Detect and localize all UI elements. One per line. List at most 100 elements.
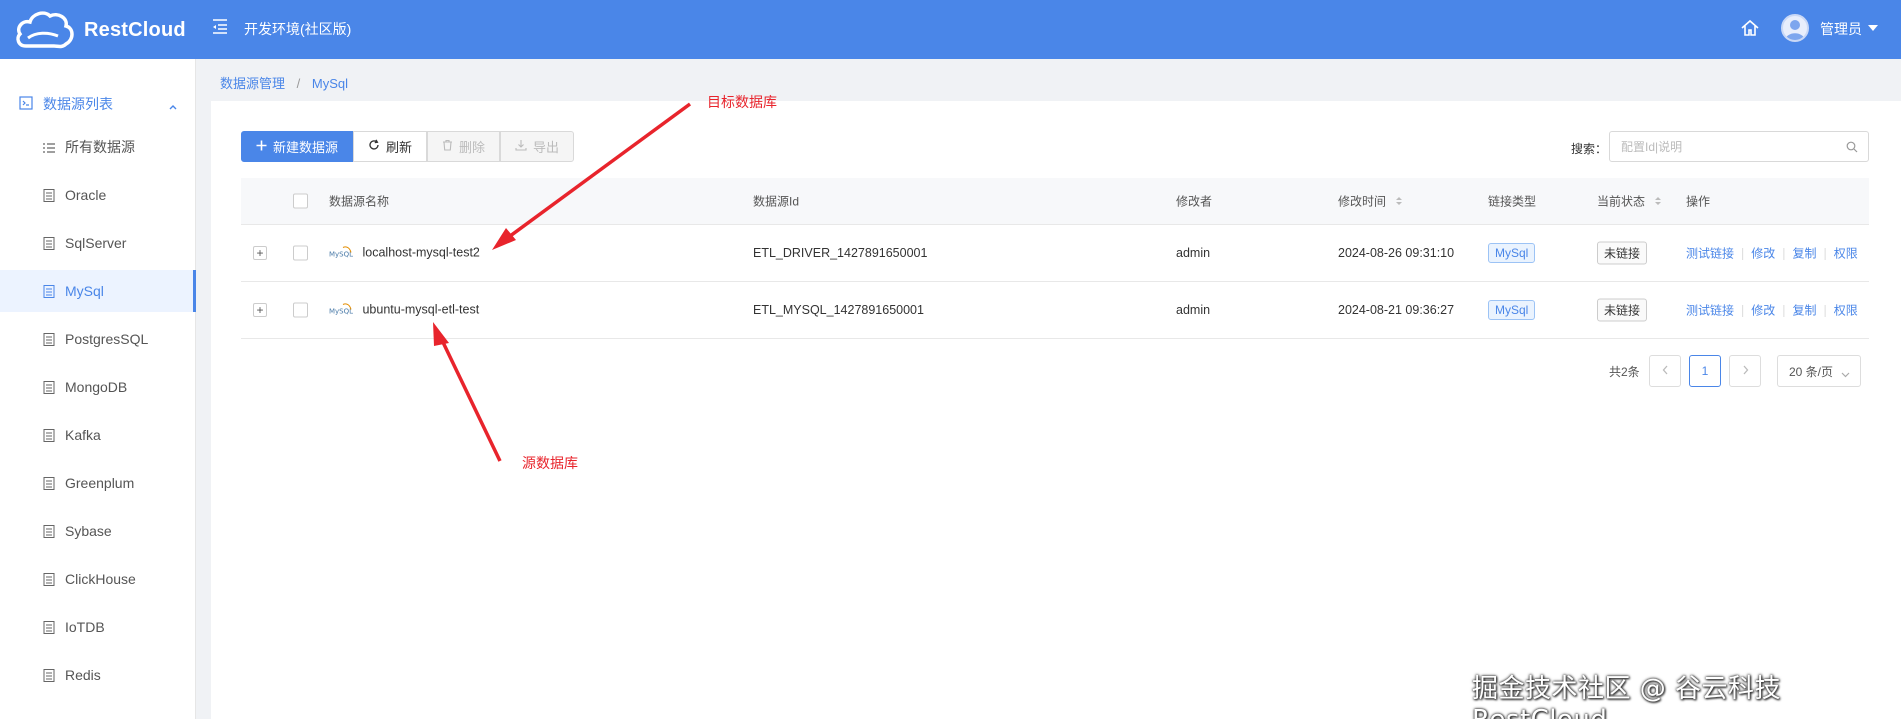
- top-header: RestCloud 开发环境(社区版) 管理员: [0, 0, 1901, 59]
- delete-button[interactable]: 删除: [427, 131, 501, 162]
- status-badge: 未链接: [1597, 241, 1648, 265]
- sidebar-item-kafka[interactable]: Kafka: [0, 414, 196, 456]
- edit-action[interactable]: 修改: [1751, 247, 1775, 261]
- document-icon: [43, 476, 55, 490]
- user-menu-caret-icon[interactable]: [1868, 25, 1878, 31]
- sidebar: 数据源列表 所有数据源 Oracle SqlServer MySql Postg…: [0, 59, 196, 719]
- svg-text:MySQL: MySQL: [329, 308, 353, 316]
- new-datasource-button[interactable]: 新建数据源: [241, 131, 354, 162]
- select-all-checkbox[interactable]: [293, 193, 308, 209]
- table-row[interactable]: + MySQL ubuntu-mysql-etl-test ETL_MYSQL_…: [241, 282, 1869, 339]
- menu-collapse-icon[interactable]: [211, 17, 229, 35]
- table-row[interactable]: + MySQL localhost-mysql-test2 ETL_DRIVER…: [241, 225, 1869, 282]
- refresh-button[interactable]: 刷新: [353, 131, 428, 162]
- sidebar-item-iotdb[interactable]: IoTDB: [0, 606, 196, 648]
- sidebar-item-mongodb[interactable]: MongoDB: [0, 366, 196, 408]
- list-icon: [43, 141, 55, 154]
- sidebar-item-label: Oracle: [65, 187, 107, 203]
- modified-time: 2024-08-26 09:31:10: [1338, 246, 1455, 260]
- sidebar-item-label: ClickHouse: [65, 571, 136, 587]
- chevron-right-icon: [1742, 364, 1749, 378]
- breadcrumb-separator: /: [296, 76, 301, 91]
- document-icon: [43, 188, 55, 202]
- sidebar-item-clickhouse[interactable]: ClickHouse: [0, 558, 196, 600]
- sidebar-item-oracle[interactable]: Oracle: [0, 174, 196, 216]
- chevron-down-icon: [1841, 367, 1850, 381]
- chevron-up-icon: [168, 98, 178, 114]
- source-db-annotation: 源数据库: [522, 456, 578, 472]
- sidebar-item-sqlserver[interactable]: SqlServer: [0, 222, 196, 264]
- test-link-action[interactable]: 测试链接: [1686, 247, 1734, 261]
- column-modified-time-label: 修改时间: [1338, 194, 1387, 209]
- brand-logo[interactable]: RestCloud: [14, 8, 186, 53]
- column-modified-time[interactable]: 修改时间: [1338, 193, 1403, 210]
- page-number-button[interactable]: 1: [1689, 355, 1721, 387]
- sidebar-item-mysql[interactable]: MySql: [0, 270, 196, 312]
- row-checkbox[interactable]: [293, 245, 308, 261]
- sidebar-item-greenplum[interactable]: Greenplum: [0, 462, 196, 504]
- row-checkbox[interactable]: [293, 302, 308, 318]
- delete-label: 删除: [459, 140, 486, 155]
- sidebar-item-label: 所有数据源: [65, 139, 135, 155]
- permission-action[interactable]: 权限: [1834, 247, 1858, 261]
- link-type-badge: MySql: [1488, 243, 1536, 263]
- next-page-button[interactable]: [1729, 355, 1761, 387]
- copy-action[interactable]: 复制: [1793, 304, 1817, 318]
- datasource-name[interactable]: localhost-mysql-test2: [362, 245, 479, 259]
- document-icon: [43, 668, 55, 682]
- refresh-label: 刷新: [386, 140, 413, 155]
- datasource-name-cell: MySQL ubuntu-mysql-etl-test: [329, 302, 479, 319]
- cloud-logo-icon: [14, 8, 76, 53]
- column-modifier: 修改者: [1176, 194, 1213, 209]
- expand-row-button[interactable]: +: [253, 246, 267, 260]
- link-type-badge: MySql: [1488, 300, 1536, 320]
- sidebar-item-postgressql[interactable]: PostgresSQL: [0, 318, 196, 360]
- sidebar-item-label: MySql: [65, 283, 104, 299]
- search-input[interactable]: 配置Id|说明: [1609, 131, 1869, 162]
- modifier: admin: [1176, 303, 1211, 317]
- user-name[interactable]: 管理员: [1820, 19, 1862, 39]
- page-size-value: 20 条/页: [1789, 364, 1834, 379]
- sidebar-item-all[interactable]: 所有数据源: [0, 126, 196, 168]
- datasource-name[interactable]: ubuntu-mysql-etl-test: [362, 302, 479, 316]
- test-link-action[interactable]: 测试链接: [1686, 304, 1734, 318]
- sidebar-item-redis[interactable]: Redis: [0, 654, 196, 696]
- column-name: 数据源名称: [329, 194, 390, 209]
- document-icon: [43, 428, 55, 442]
- mysql-logo-icon: MySQL: [329, 245, 353, 262]
- row-actions: 测试链接 | 修改 | 复制 | 权限: [1686, 246, 1858, 261]
- prev-page-button[interactable]: [1649, 355, 1681, 387]
- sort-icon[interactable]: [1654, 195, 1662, 209]
- sidebar-item-label: Sybase: [65, 523, 112, 539]
- sidebar-item-label: Greenplum: [65, 475, 135, 491]
- edit-action[interactable]: 修改: [1751, 304, 1775, 318]
- export-label: 导出: [533, 140, 560, 155]
- sidebar-item-sybase[interactable]: Sybase: [0, 510, 196, 552]
- sort-icon[interactable]: [1395, 195, 1403, 209]
- column-status[interactable]: 当前状态: [1597, 193, 1662, 210]
- datasource-name-cell: MySQL localhost-mysql-test2: [329, 245, 480, 262]
- expand-row-button[interactable]: +: [253, 303, 267, 317]
- column-actions: 操作: [1686, 194, 1711, 209]
- document-icon: [43, 524, 55, 538]
- datasource-id: ETL_DRIVER_1427891650001: [753, 246, 928, 260]
- new-datasource-label: 新建数据源: [273, 140, 339, 155]
- page-size-select[interactable]: 20 条/页: [1777, 355, 1861, 387]
- home-icon[interactable]: [1740, 18, 1760, 41]
- sidebar-group-datasource-list[interactable]: 数据源列表: [0, 84, 196, 124]
- search-icon[interactable]: [1846, 141, 1858, 156]
- permission-action[interactable]: 权限: [1834, 304, 1858, 318]
- breadcrumb: 数据源管理 / MySql: [220, 73, 348, 92]
- environment-title: 开发环境(社区版): [244, 21, 352, 37]
- search-placeholder: 配置Id|说明: [1621, 140, 1683, 154]
- user-avatar[interactable]: [1781, 14, 1809, 42]
- trash-icon: [442, 139, 453, 154]
- mysql-logo-icon: MySQL: [329, 302, 353, 319]
- export-button[interactable]: 导出: [500, 131, 575, 162]
- copy-action[interactable]: 复制: [1793, 247, 1817, 261]
- target-db-annotation: 目标数据库: [707, 95, 777, 111]
- sidebar-group-label: 数据源列表: [43, 96, 113, 112]
- modifier: admin: [1176, 246, 1211, 260]
- download-icon: [515, 139, 527, 154]
- breadcrumb-root[interactable]: 数据源管理: [220, 76, 285, 91]
